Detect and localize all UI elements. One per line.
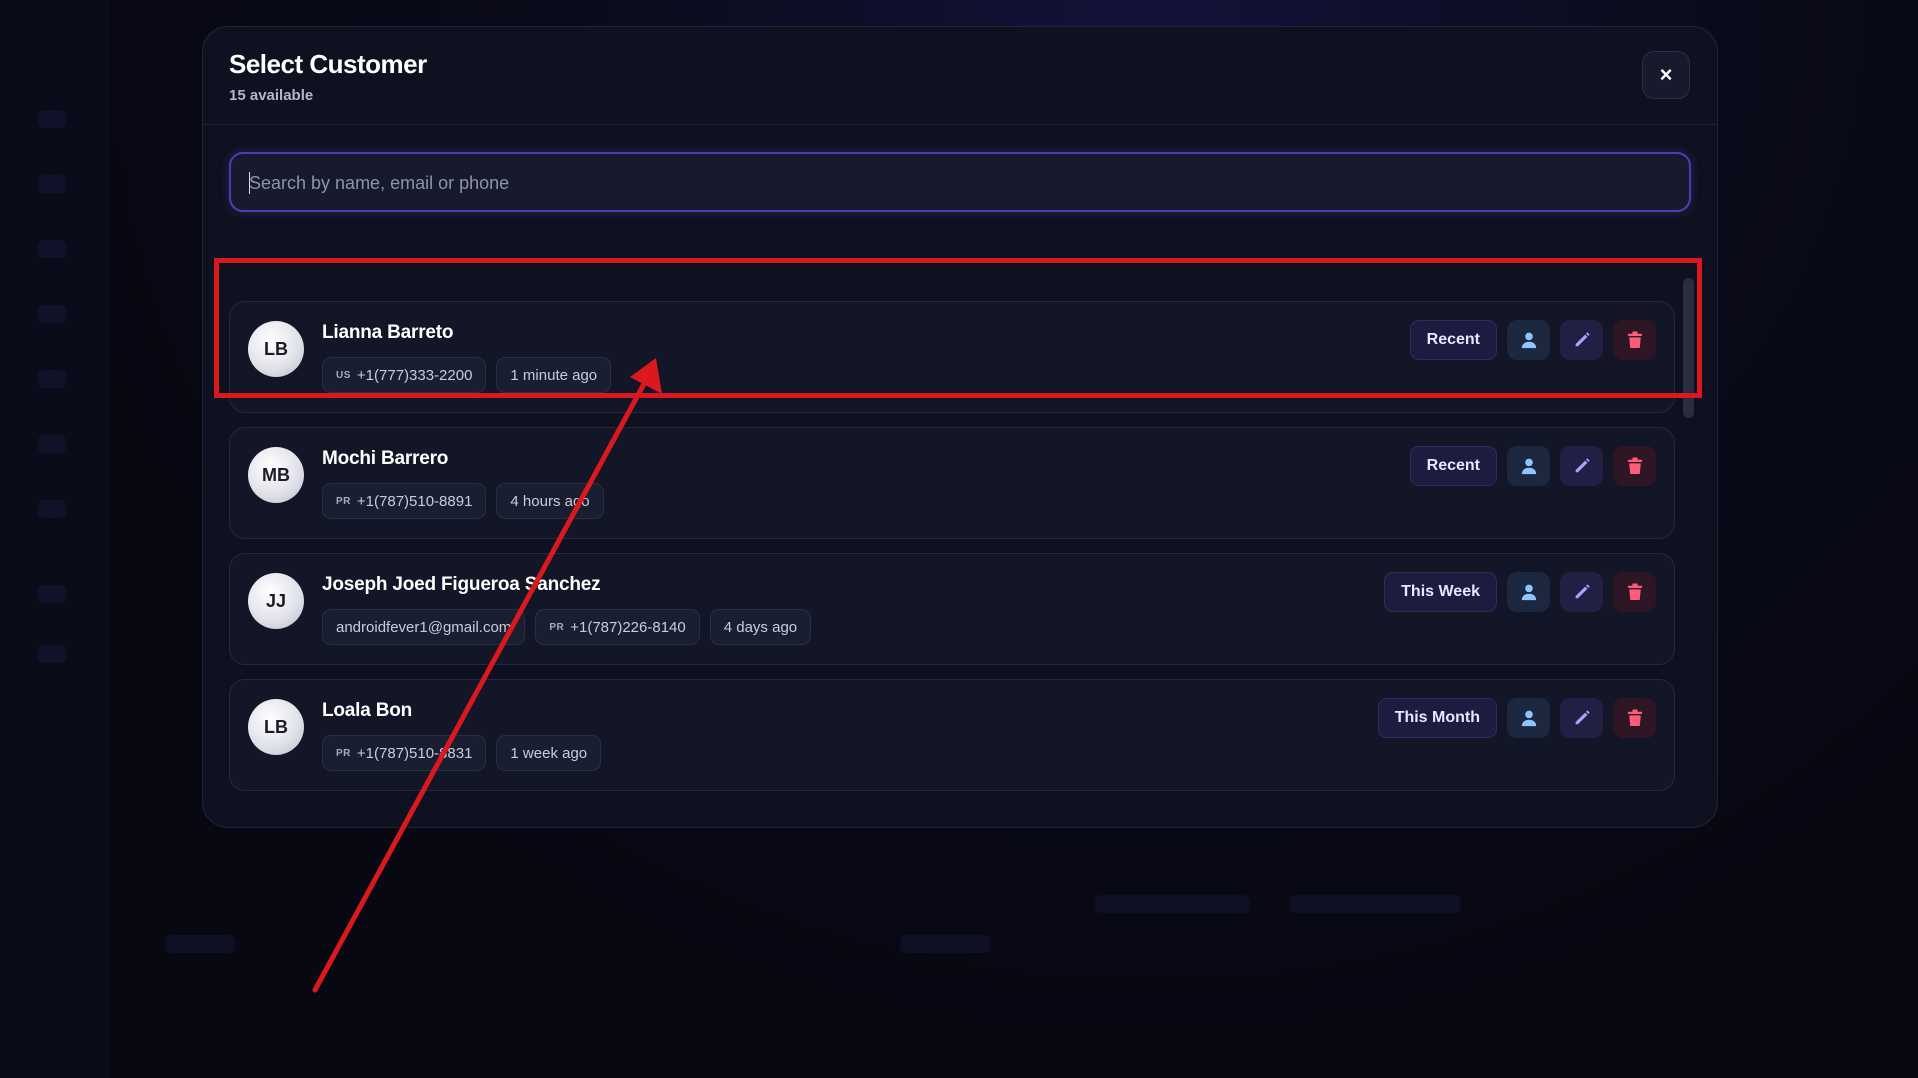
close-icon: × bbox=[1659, 62, 1673, 87]
avatar: LB bbox=[248, 321, 304, 377]
country-code: PR bbox=[336, 495, 351, 507]
phone-chip: PR +1(787)510-8891 bbox=[322, 483, 487, 519]
trash-icon bbox=[1627, 457, 1642, 474]
view-customer-button[interactable] bbox=[1507, 446, 1550, 486]
trash-icon bbox=[1627, 709, 1642, 726]
user-icon bbox=[1521, 332, 1536, 349]
last-seen-chip: 1 minute ago bbox=[496, 357, 612, 393]
last-seen-chip: 4 days ago bbox=[709, 609, 812, 645]
last-seen-chip: 1 week ago bbox=[496, 735, 602, 771]
last-seen-text: 4 days ago bbox=[723, 618, 798, 636]
search-input[interactable] bbox=[247, 154, 1671, 212]
pencil-icon bbox=[1575, 332, 1590, 347]
avatar: MB bbox=[248, 447, 304, 503]
phone-number: +1(777)333-2200 bbox=[356, 366, 473, 384]
background-sidebar bbox=[0, 0, 110, 1078]
dialog-header: Select Customer 15 available × bbox=[203, 27, 1717, 125]
last-seen-text: 1 week ago bbox=[510, 744, 588, 762]
phone-number: +1(787)510-8891 bbox=[356, 492, 473, 510]
email-chip: androidfever1@gmail.com bbox=[322, 609, 526, 645]
country-code: PR bbox=[549, 621, 565, 633]
background-nav-item bbox=[38, 435, 66, 453]
phone-number: +1(787)510-8831 bbox=[356, 744, 473, 762]
email-text: androidfever1@gmail.com bbox=[336, 618, 512, 636]
background-nav-item bbox=[38, 585, 66, 603]
background-element bbox=[1095, 895, 1250, 913]
background-nav-item bbox=[38, 240, 66, 258]
user-icon bbox=[1521, 458, 1536, 475]
phone-chip: PR +1(787)510-8831 bbox=[322, 735, 487, 771]
text-caret bbox=[249, 172, 250, 194]
phone-chip: US +1(777)333-2200 bbox=[322, 357, 487, 393]
customer-name: Lianna Barreto bbox=[322, 322, 454, 343]
recency-badge: Recent bbox=[1409, 446, 1497, 486]
avatar: LB bbox=[248, 699, 304, 755]
country-code: PR bbox=[336, 747, 351, 759]
customer-name: Joseph Joed Figueroa Sanchez bbox=[322, 574, 601, 595]
customer-card[interactable]: LB Lianna Barreto US +1(777)333-2200 1 mi… bbox=[229, 301, 1675, 413]
pencil-icon bbox=[1575, 584, 1590, 599]
edit-customer-button[interactable] bbox=[1560, 446, 1603, 486]
background-nav-item bbox=[38, 645, 66, 663]
available-count: 15 available bbox=[229, 87, 314, 104]
edit-customer-button[interactable] bbox=[1560, 698, 1603, 738]
country-code: US bbox=[336, 369, 351, 381]
recency-badge: This Week bbox=[1384, 572, 1497, 612]
edit-customer-button[interactable] bbox=[1560, 572, 1603, 612]
delete-customer-button[interactable] bbox=[1613, 572, 1656, 612]
last-seen-chip: 4 hours ago bbox=[496, 483, 604, 519]
dialog-title: Select Customer bbox=[229, 49, 427, 79]
last-seen-text: 1 minute ago bbox=[510, 366, 598, 384]
recency-badge: Recent bbox=[1409, 320, 1497, 360]
last-seen-text: 4 hours ago bbox=[510, 492, 590, 510]
delete-customer-button[interactable] bbox=[1613, 446, 1656, 486]
background-nav-item bbox=[38, 110, 66, 128]
recency-badge: This Month bbox=[1377, 698, 1497, 738]
list-scrollbar[interactable] bbox=[1683, 278, 1694, 418]
background-nav-item bbox=[38, 370, 66, 388]
customer-name: Loala Bon bbox=[322, 700, 413, 721]
pencil-icon bbox=[1575, 458, 1590, 473]
customer-card[interactable]: MB Mochi Barrero PR +1(787)510-8891 4 hou… bbox=[229, 427, 1675, 539]
background-nav-item bbox=[38, 305, 66, 323]
background-nav-item bbox=[38, 500, 66, 518]
background-element bbox=[1290, 895, 1460, 913]
trash-icon bbox=[1627, 331, 1642, 348]
view-customer-button[interactable] bbox=[1507, 320, 1550, 360]
user-icon bbox=[1521, 710, 1536, 727]
trash-icon bbox=[1627, 583, 1642, 600]
select-customer-dialog: Select Customer 15 available × LB Lianna… bbox=[202, 26, 1718, 828]
view-customer-button[interactable] bbox=[1507, 572, 1550, 612]
phone-chip: PR +1(787)226-8140 bbox=[535, 609, 700, 645]
phone-number: +1(787)226-8140 bbox=[570, 618, 686, 636]
close-button[interactable]: × bbox=[1642, 51, 1690, 99]
search-field[interactable] bbox=[229, 152, 1691, 212]
background-element bbox=[165, 935, 235, 953]
customer-card[interactable]: JJ Joseph Joed Figueroa Sanchez androidf… bbox=[229, 553, 1675, 665]
edit-customer-button[interactable] bbox=[1560, 320, 1603, 360]
delete-customer-button[interactable] bbox=[1613, 320, 1656, 360]
view-customer-button[interactable] bbox=[1507, 698, 1550, 738]
pencil-icon bbox=[1575, 710, 1590, 725]
customer-card[interactable]: LB Loala Bon PR +1(787)510-8831 1 week ag… bbox=[229, 679, 1675, 791]
background-nav-item bbox=[38, 175, 66, 193]
delete-customer-button[interactable] bbox=[1613, 698, 1656, 738]
customer-list[interactable]: LB Lianna Barreto US +1(777)333-2200 1 mi… bbox=[229, 275, 1675, 803]
background-element bbox=[900, 935, 990, 953]
user-icon bbox=[1521, 584, 1536, 601]
avatar: JJ bbox=[248, 573, 304, 629]
customer-name: Mochi Barrero bbox=[322, 448, 449, 469]
